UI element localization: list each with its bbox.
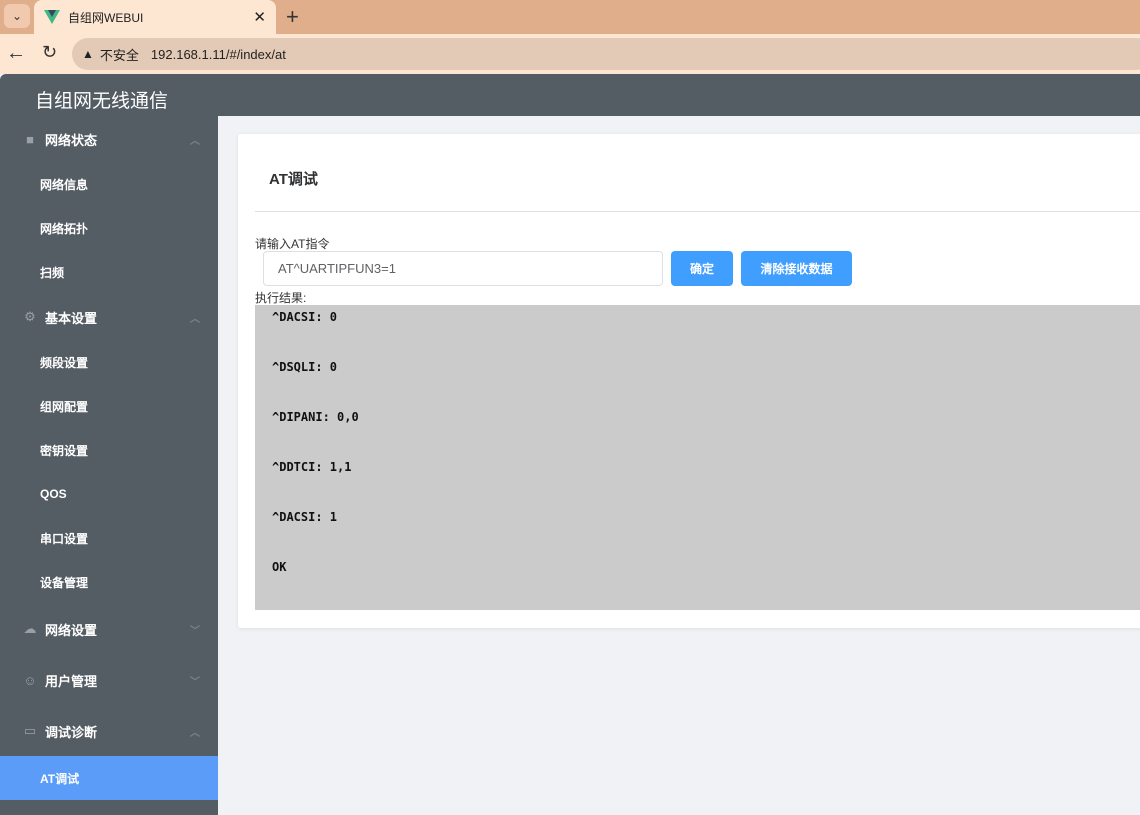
- app-header: 自组网无线通信: [0, 74, 1140, 116]
- sidebar-item-at-debug[interactable]: AT调试: [0, 756, 218, 800]
- sidebar: ■ 网络状态 ︿ 网络信息 网络拓扑 扫频 ⚙ 基本设置 ︿ 频段设置 组网配置 密钥设…: [0, 116, 218, 815]
- chevron-down-icon: ﹀: [190, 625, 200, 637]
- url-field[interactable]: ▲ 不安全 192.168.1.11/#/index/at: [72, 38, 1140, 70]
- result-line: ^DACSI: 1: [272, 510, 338, 524]
- menu-label: 调试诊断: [45, 724, 98, 740]
- sidebar-item-device[interactable]: 设备管理: [0, 560, 218, 604]
- app-title: 自组网无线通信: [35, 91, 169, 112]
- sidebar-item-mesh-config[interactable]: 组网配置: [0, 384, 218, 428]
- sidebar-item-network-topology[interactable]: 网络拓扑: [0, 206, 218, 250]
- menu-user-management[interactable]: ☺ 用户管理 ﹀: [0, 654, 218, 706]
- sidebar-item-key[interactable]: 密钥设置: [0, 428, 218, 472]
- gear-icon: ⚙: [24, 309, 36, 324]
- chevron-up-icon: ︿: [190, 727, 200, 739]
- reload-icon[interactable]: ↻: [42, 42, 57, 63]
- insecure-label: 不安全: [99, 47, 139, 63]
- address-bar: ← ↻ ▲ 不安全 192.168.1.11/#/index/at: [0, 34, 1140, 74]
- user-icon: ☺: [23, 672, 37, 688]
- menu-debug[interactable]: ▭ 调试诊断 ︿: [0, 706, 218, 756]
- sidebar-item-network-info[interactable]: 网络信息: [0, 162, 218, 206]
- menu-label: 基本设置: [45, 310, 98, 326]
- chevron-down-icon: ﹀: [190, 676, 200, 688]
- result-line: ^DSQLI: 0: [272, 360, 338, 374]
- result-line: ^DDTCI: 1,1: [272, 460, 352, 474]
- cloud-upload-icon: ☁: [23, 621, 37, 636]
- sidebar-item-qos[interactable]: QOS: [0, 472, 218, 516]
- chevron-up-icon: ︿: [190, 313, 200, 325]
- vue-logo-icon: [44, 10, 60, 24]
- clear-button[interactable]: 清除接收数据: [741, 251, 852, 286]
- at-command-input[interactable]: [263, 251, 663, 286]
- menu-network-settings[interactable]: ☁ 网络设置 ﹀: [0, 604, 218, 654]
- sidebar-item-serial[interactable]: 串口设置: [0, 516, 218, 560]
- menu-label: 网络设置: [45, 622, 98, 638]
- result-line: ^DIPANI: 0,0: [272, 410, 359, 424]
- divider: [255, 211, 1140, 212]
- chevron-up-icon: ︿: [190, 135, 200, 147]
- at-debug-card: AT调试 请输入AT指令 确定 清除接收数据 执行结果: ^DACSI: 0 ^…: [238, 134, 1140, 628]
- confirm-button[interactable]: 确定: [671, 251, 733, 286]
- menu-label: 用户管理: [45, 673, 98, 689]
- browser-tab-bar: ⌄ 自组网WEBUI ✕ +: [0, 0, 1140, 34]
- result-output: ^DACSI: 0 ^DSQLI: 0 ^DIPANI: 0,0 ^DDTCI:…: [255, 305, 1140, 610]
- sidebar-item-band[interactable]: 频段设置: [0, 340, 218, 384]
- warning-icon[interactable]: ▲: [82, 47, 94, 61]
- browser-tab[interactable]: 自组网WEBUI ✕: [34, 0, 276, 34]
- menu-basic-settings[interactable]: ⚙ 基本设置 ︿: [0, 294, 218, 340]
- back-arrow-icon[interactable]: ←: [6, 42, 26, 65]
- result-line: ^DACSI: 0: [272, 310, 338, 324]
- page-title: AT调试: [269, 171, 318, 188]
- input-label: 请输入AT指令: [255, 237, 330, 251]
- tab-title: 自组网WEBUI: [68, 10, 144, 25]
- url-text: 192.168.1.11/#/index/at: [150, 46, 286, 62]
- new-tab-button[interactable]: +: [286, 4, 299, 30]
- camera-icon: ■: [26, 131, 34, 147]
- chevron-down-icon: ⌄: [11, 9, 23, 23]
- monitor-icon: ▭: [23, 723, 37, 738]
- menu-label: 网络状态: [45, 132, 98, 148]
- sidebar-item-scan[interactable]: 扫频: [0, 250, 218, 294]
- menu-network-status[interactable]: ■ 网络状态 ︿: [0, 116, 218, 162]
- app: 自组网无线通信 ■ 网络状态 ︿ 网络信息 网络拓扑 扫频 ⚙ 基本设置 ︿ 频段设置 …: [0, 74, 1140, 815]
- result-line: OK: [272, 560, 287, 574]
- result-label: 执行结果:: [255, 291, 307, 305]
- close-tab-icon[interactable]: ✕: [253, 8, 266, 26]
- tab-search-button[interactable]: ⌄: [4, 4, 30, 28]
